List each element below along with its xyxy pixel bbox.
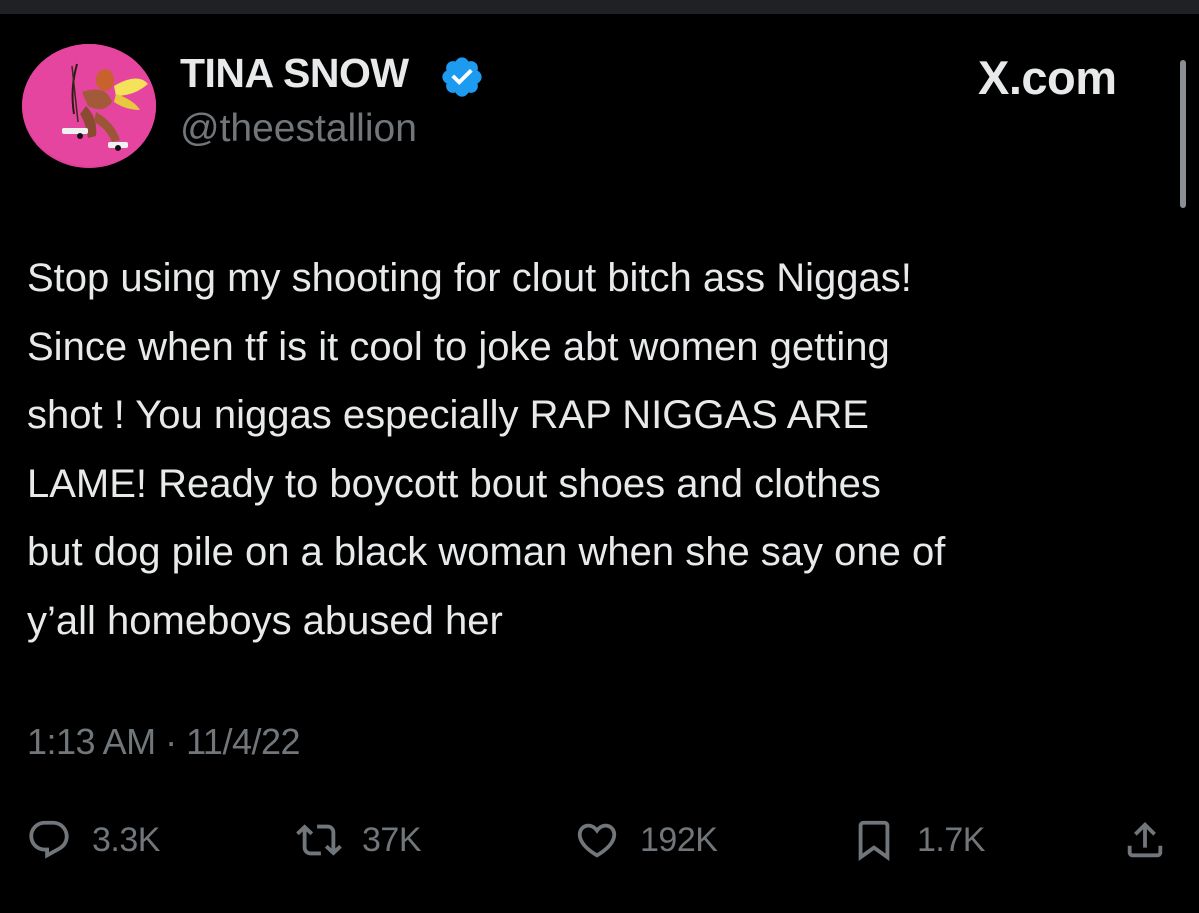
bookmark-count: 1.7K (917, 820, 985, 859)
tweet-text: Stop using my shooting for clout bitch a… (27, 244, 1177, 655)
top-bar (0, 0, 1199, 14)
like-button[interactable]: 192K (574, 812, 718, 868)
reply-button[interactable]: 3.3K (26, 812, 160, 868)
author-display-name[interactable]: TINA SNOW (180, 50, 409, 97)
tweet-line: shot ! You niggas especially RAP NIGGAS … (27, 393, 869, 437)
tweet-line: but dog pile on a black woman when she s… (27, 530, 946, 574)
tweet-line: y’all homeboys abused her (27, 598, 503, 643)
repost-icon (296, 824, 342, 856)
like-count: 192K (640, 820, 718, 859)
reply-count: 3.3K (92, 820, 160, 859)
share-icon (1127, 821, 1163, 858)
repost-count: 37K (362, 820, 422, 859)
bookmark-icon (858, 820, 890, 861)
tweet-timestamp[interactable]: 1:13 AM · 11/4/22 (27, 721, 301, 763)
verified-badge-icon (442, 57, 482, 97)
avatar-image (22, 44, 156, 168)
heart-icon (577, 823, 617, 858)
bookmark-button[interactable]: 1.7K (851, 812, 985, 868)
brand-watermark: X.com (978, 51, 1117, 104)
author-handle[interactable]: @theestallion (180, 107, 417, 151)
share-button[interactable] (1122, 812, 1168, 868)
tweet-line: Since when tf is it cool to joke abt wom… (27, 324, 890, 369)
tweet-line: Stop using my shooting for clout bitch a… (27, 256, 912, 300)
author-avatar[interactable] (22, 44, 156, 168)
repost-button[interactable]: 37K (296, 812, 422, 868)
reply-icon (29, 820, 69, 859)
scrollbar[interactable] (1180, 60, 1186, 208)
tweet-line: LAME! Ready to boycott bout shoes and cl… (27, 461, 881, 506)
